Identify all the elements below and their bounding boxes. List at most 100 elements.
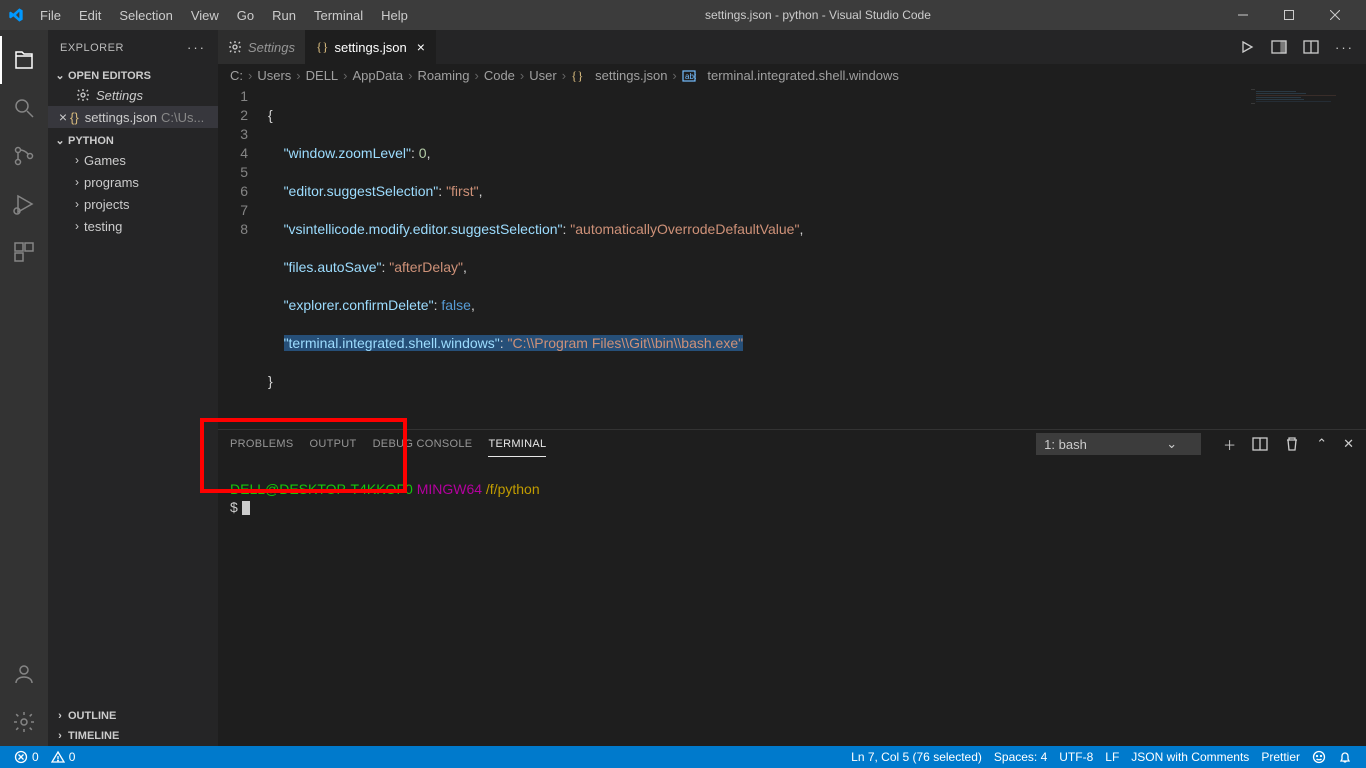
open-editor-settings-json[interactable]: × {} settings.json C:\Us... xyxy=(48,106,218,128)
status-formatter[interactable]: Prettier xyxy=(1255,750,1306,764)
tab-label: settings.json xyxy=(334,40,406,55)
terminal-selector[interactable]: 1: bash ⌄ xyxy=(1036,433,1201,455)
folder-projects[interactable]: ›projects xyxy=(48,193,218,215)
split-terminal-icon[interactable] xyxy=(1252,436,1268,452)
workspace-label: PYTHON xyxy=(68,135,114,147)
title-bar: File Edit Selection View Go Run Terminal… xyxy=(0,0,1366,30)
outline-header[interactable]: ›OUTLINE xyxy=(48,708,218,724)
open-editors-header[interactable]: ⌄OPEN EDITORS xyxy=(48,67,218,84)
chevron-right-icon: › xyxy=(70,219,84,233)
chevron-right-icon: › xyxy=(70,197,84,211)
tab-settings[interactable]: Settings xyxy=(218,30,306,64)
split-icon[interactable] xyxy=(1303,39,1319,55)
new-terminal-icon[interactable]: ＋ xyxy=(1223,435,1236,454)
open-editor-settings[interactable]: Settings xyxy=(48,84,218,106)
minimize-button[interactable] xyxy=(1220,0,1266,30)
folder-label: testing xyxy=(84,219,122,234)
activity-bar xyxy=(0,30,48,746)
open-editor-label: Settings xyxy=(96,88,143,103)
line-numbers: 12345678 xyxy=(218,87,268,429)
breadcrumb-item[interactable]: Code xyxy=(484,68,515,83)
menu-run[interactable]: Run xyxy=(264,4,304,27)
timeline-header[interactable]: ›TIMELINE xyxy=(48,728,218,744)
status-cursor[interactable]: Ln 7, Col 5 (76 selected) xyxy=(845,750,988,764)
activity-scm[interactable] xyxy=(0,132,48,180)
activity-extensions[interactable] xyxy=(0,228,48,276)
settings-icon xyxy=(76,88,90,102)
open-editor-path: C:\Us... xyxy=(161,110,204,125)
run-icon[interactable] xyxy=(1239,39,1255,55)
breadcrumb-item[interactable]: Users xyxy=(257,68,291,83)
status-eol[interactable]: LF xyxy=(1099,750,1125,764)
status-encoding[interactable]: UTF-8 xyxy=(1053,750,1099,764)
close-button[interactable] xyxy=(1312,0,1358,30)
status-language[interactable]: JSON with Comments xyxy=(1125,750,1255,764)
close-icon[interactable]: × xyxy=(417,39,425,55)
open-editors-label: OPEN EDITORS xyxy=(68,70,151,82)
menu-file[interactable]: File xyxy=(32,4,69,27)
terminal-prompt-prefix: $ xyxy=(230,499,238,515)
menu-terminal[interactable]: Terminal xyxy=(306,4,371,27)
svg-text:abc: abc xyxy=(685,72,696,81)
close-panel-icon[interactable]: ✕ xyxy=(1343,436,1354,452)
folder-label: Games xyxy=(84,153,126,168)
status-indent[interactable]: Spaces: 4 xyxy=(988,750,1053,764)
tab-settings-json[interactable]: {} settings.json × xyxy=(306,30,436,64)
kill-terminal-icon[interactable] xyxy=(1284,436,1300,452)
breadcrumb-item[interactable]: DELL xyxy=(306,68,339,83)
menu-selection[interactable]: Selection xyxy=(111,4,180,27)
breadcrumb-item[interactable]: AppData xyxy=(353,68,404,83)
menu-edit[interactable]: Edit xyxy=(71,4,109,27)
folder-programs[interactable]: ›programs xyxy=(48,171,218,193)
status-warnings[interactable]: 0 xyxy=(45,750,82,764)
workspace-section: ⌄PYTHON ›Games ›programs ›projects ›test… xyxy=(48,130,218,239)
activity-accounts[interactable] xyxy=(0,650,48,698)
panel-tabs: PROBLEMS OUTPUT DEBUG CONSOLE TERMINAL 1… xyxy=(218,430,1366,458)
maximize-panel-icon[interactable]: ⌃ xyxy=(1316,436,1327,452)
breadcrumbs[interactable]: C:› Users› DELL› AppData› Roaming› Code›… xyxy=(218,64,1366,87)
activity-settings[interactable] xyxy=(0,698,48,746)
braces-icon: {} xyxy=(316,39,328,55)
folder-label: projects xyxy=(84,197,130,212)
menu-go[interactable]: Go xyxy=(229,4,262,27)
activity-debug[interactable] xyxy=(0,180,48,228)
status-bell-icon[interactable] xyxy=(1332,750,1358,764)
outline-label: OUTLINE xyxy=(68,710,116,722)
split-right-icon[interactable] xyxy=(1271,39,1287,55)
terminal-selector-label: 1: bash xyxy=(1044,437,1087,452)
menu-view[interactable]: View xyxy=(183,4,227,27)
status-feedback-icon[interactable] xyxy=(1306,750,1332,764)
status-errors[interactable]: 0 xyxy=(8,750,45,764)
more-icon[interactable]: ··· xyxy=(187,40,206,55)
more-icon[interactable]: ··· xyxy=(1335,40,1354,55)
annotation-highlight xyxy=(200,418,407,493)
minimap[interactable] xyxy=(1246,87,1366,429)
breadcrumb-item[interactable]: Roaming xyxy=(417,68,469,83)
open-editor-label: settings.json xyxy=(85,110,157,125)
breadcrumb-item[interactable]: User xyxy=(529,68,556,83)
terminal-actions: 1: bash ⌄ ＋ ⌃ ✕ xyxy=(1036,433,1354,455)
main-menu: File Edit Selection View Go Run Terminal… xyxy=(32,4,416,27)
terminal-output[interactable]: DELL@DESKTOP-T4KKOF0 MINGW64 /f/python $ xyxy=(218,458,1366,746)
code-editor[interactable]: 12345678 { "window.zoomLevel": 0, "edito… xyxy=(218,87,1366,429)
code-content[interactable]: { "window.zoomLevel": 0, "editor.suggest… xyxy=(268,87,1366,429)
folder-games[interactable]: ›Games xyxy=(48,149,218,171)
tab-label: Settings xyxy=(248,40,295,55)
workspace-header[interactable]: ⌄PYTHON xyxy=(48,132,218,149)
chevron-right-icon: › xyxy=(52,710,68,722)
activity-search[interactable] xyxy=(0,84,48,132)
menu-help[interactable]: Help xyxy=(373,4,416,27)
maximize-button[interactable] xyxy=(1266,0,1312,30)
settings-icon xyxy=(228,40,242,54)
panel-tab-terminal[interactable]: TERMINAL xyxy=(488,432,546,457)
sidebar-header: EXPLORER ··· xyxy=(48,30,218,65)
folder-testing[interactable]: ›testing xyxy=(48,215,218,237)
close-icon[interactable]: × xyxy=(56,109,70,125)
activity-explorer[interactable] xyxy=(0,36,48,84)
chevron-down-icon: ⌄ xyxy=(1166,436,1177,452)
breadcrumb-file[interactable]: {} settings.json xyxy=(571,68,667,84)
breadcrumb-symbol[interactable]: abc terminal.integrated.shell.windows xyxy=(682,68,899,83)
breadcrumb-item[interactable]: C: xyxy=(230,68,243,83)
status-bar: 0 0 Ln 7, Col 5 (76 selected) Spaces: 4 … xyxy=(0,746,1366,768)
editor-area: Settings {} settings.json × ··· C:› User… xyxy=(218,30,1366,746)
